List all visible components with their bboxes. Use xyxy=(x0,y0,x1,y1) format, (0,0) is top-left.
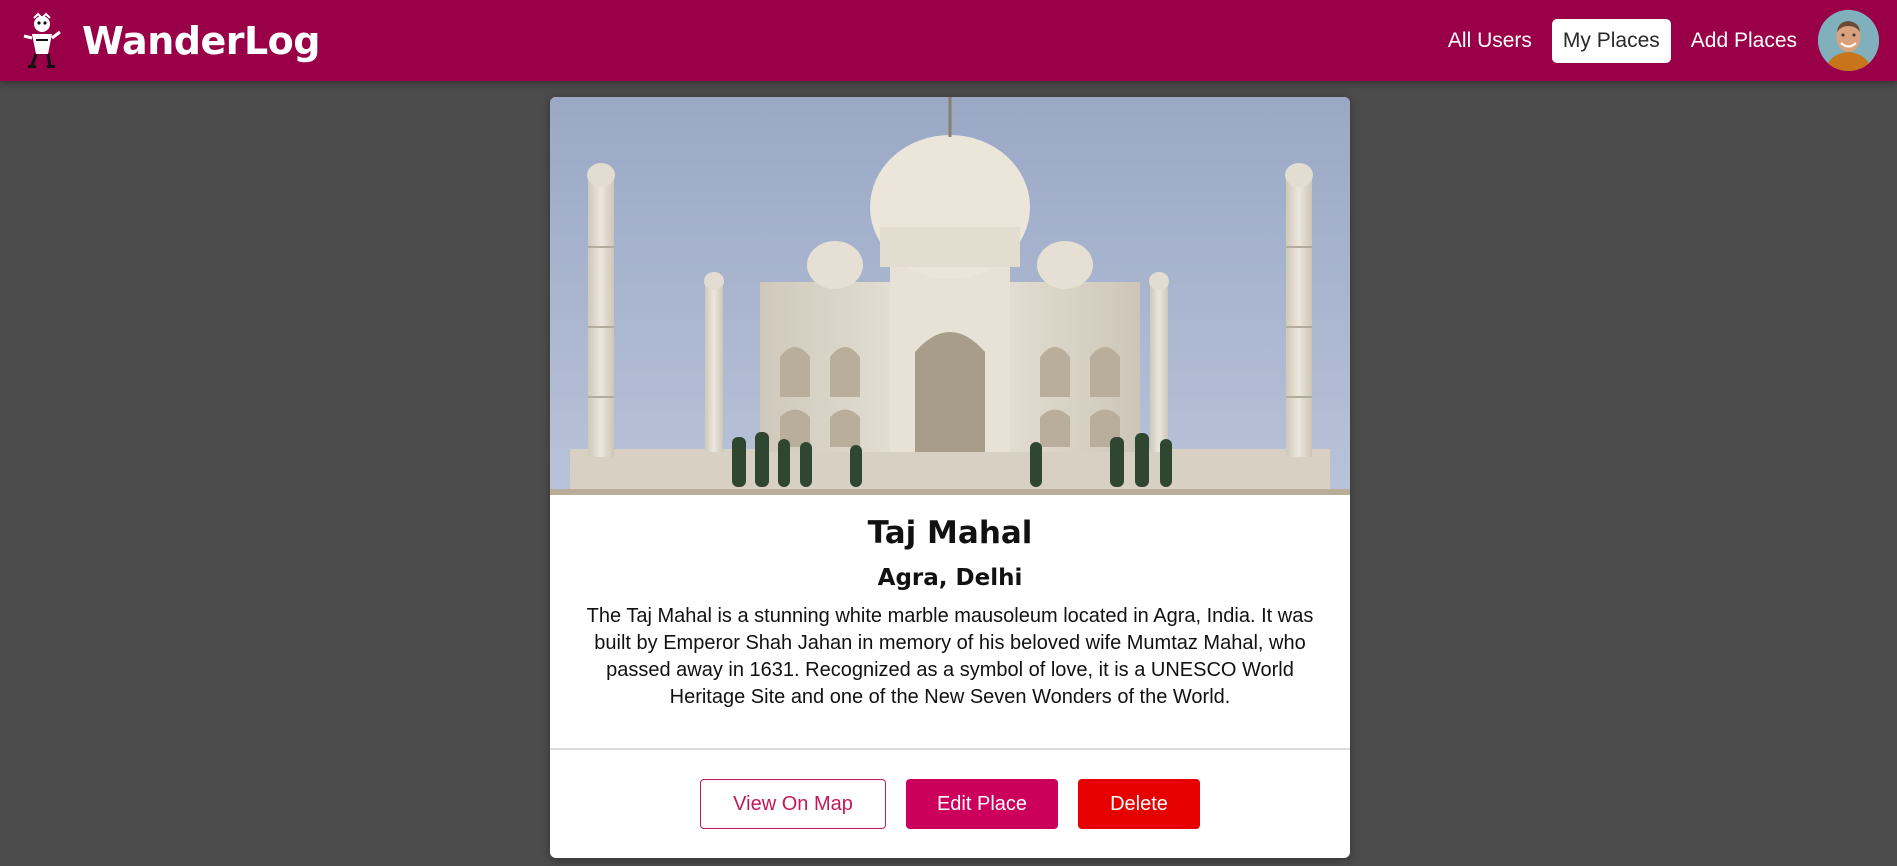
place-actions: View On Map Edit Place Delete xyxy=(550,779,1350,829)
place-title: Taj Mahal xyxy=(867,515,1033,551)
nav-all-users[interactable]: All Users xyxy=(1437,19,1543,63)
main-nav: All Users My Places Add Places xyxy=(1428,10,1879,71)
taj-mahal-photo xyxy=(550,97,1350,495)
card-divider xyxy=(550,748,1350,750)
place-description: The Taj Mahal is a stunning white marble… xyxy=(586,605,1314,708)
hiker-mascot-icon[interactable] xyxy=(18,12,62,70)
edit-place-button[interactable]: Edit Place xyxy=(906,779,1058,829)
nav-my-places[interactable]: My Places xyxy=(1551,18,1671,63)
view-on-map-button[interactable]: View On Map xyxy=(700,779,886,829)
avatar-icon xyxy=(1818,10,1879,71)
delete-button[interactable]: Delete xyxy=(1078,779,1200,829)
user-avatar[interactable] xyxy=(1818,10,1879,71)
place-address: Agra, Delhi xyxy=(877,565,1023,591)
place-info: Taj Mahal Agra, Delhi The Taj Mahal is a… xyxy=(550,495,1350,711)
place-card: Taj Mahal Agra, Delhi The Taj Mahal is a… xyxy=(550,97,1350,858)
brand-name[interactable]: WanderLog xyxy=(82,19,321,63)
top-navbar: WanderLog All Users My Places Add Places xyxy=(0,0,1897,81)
nav-add-places[interactable]: Add Places xyxy=(1680,19,1808,63)
